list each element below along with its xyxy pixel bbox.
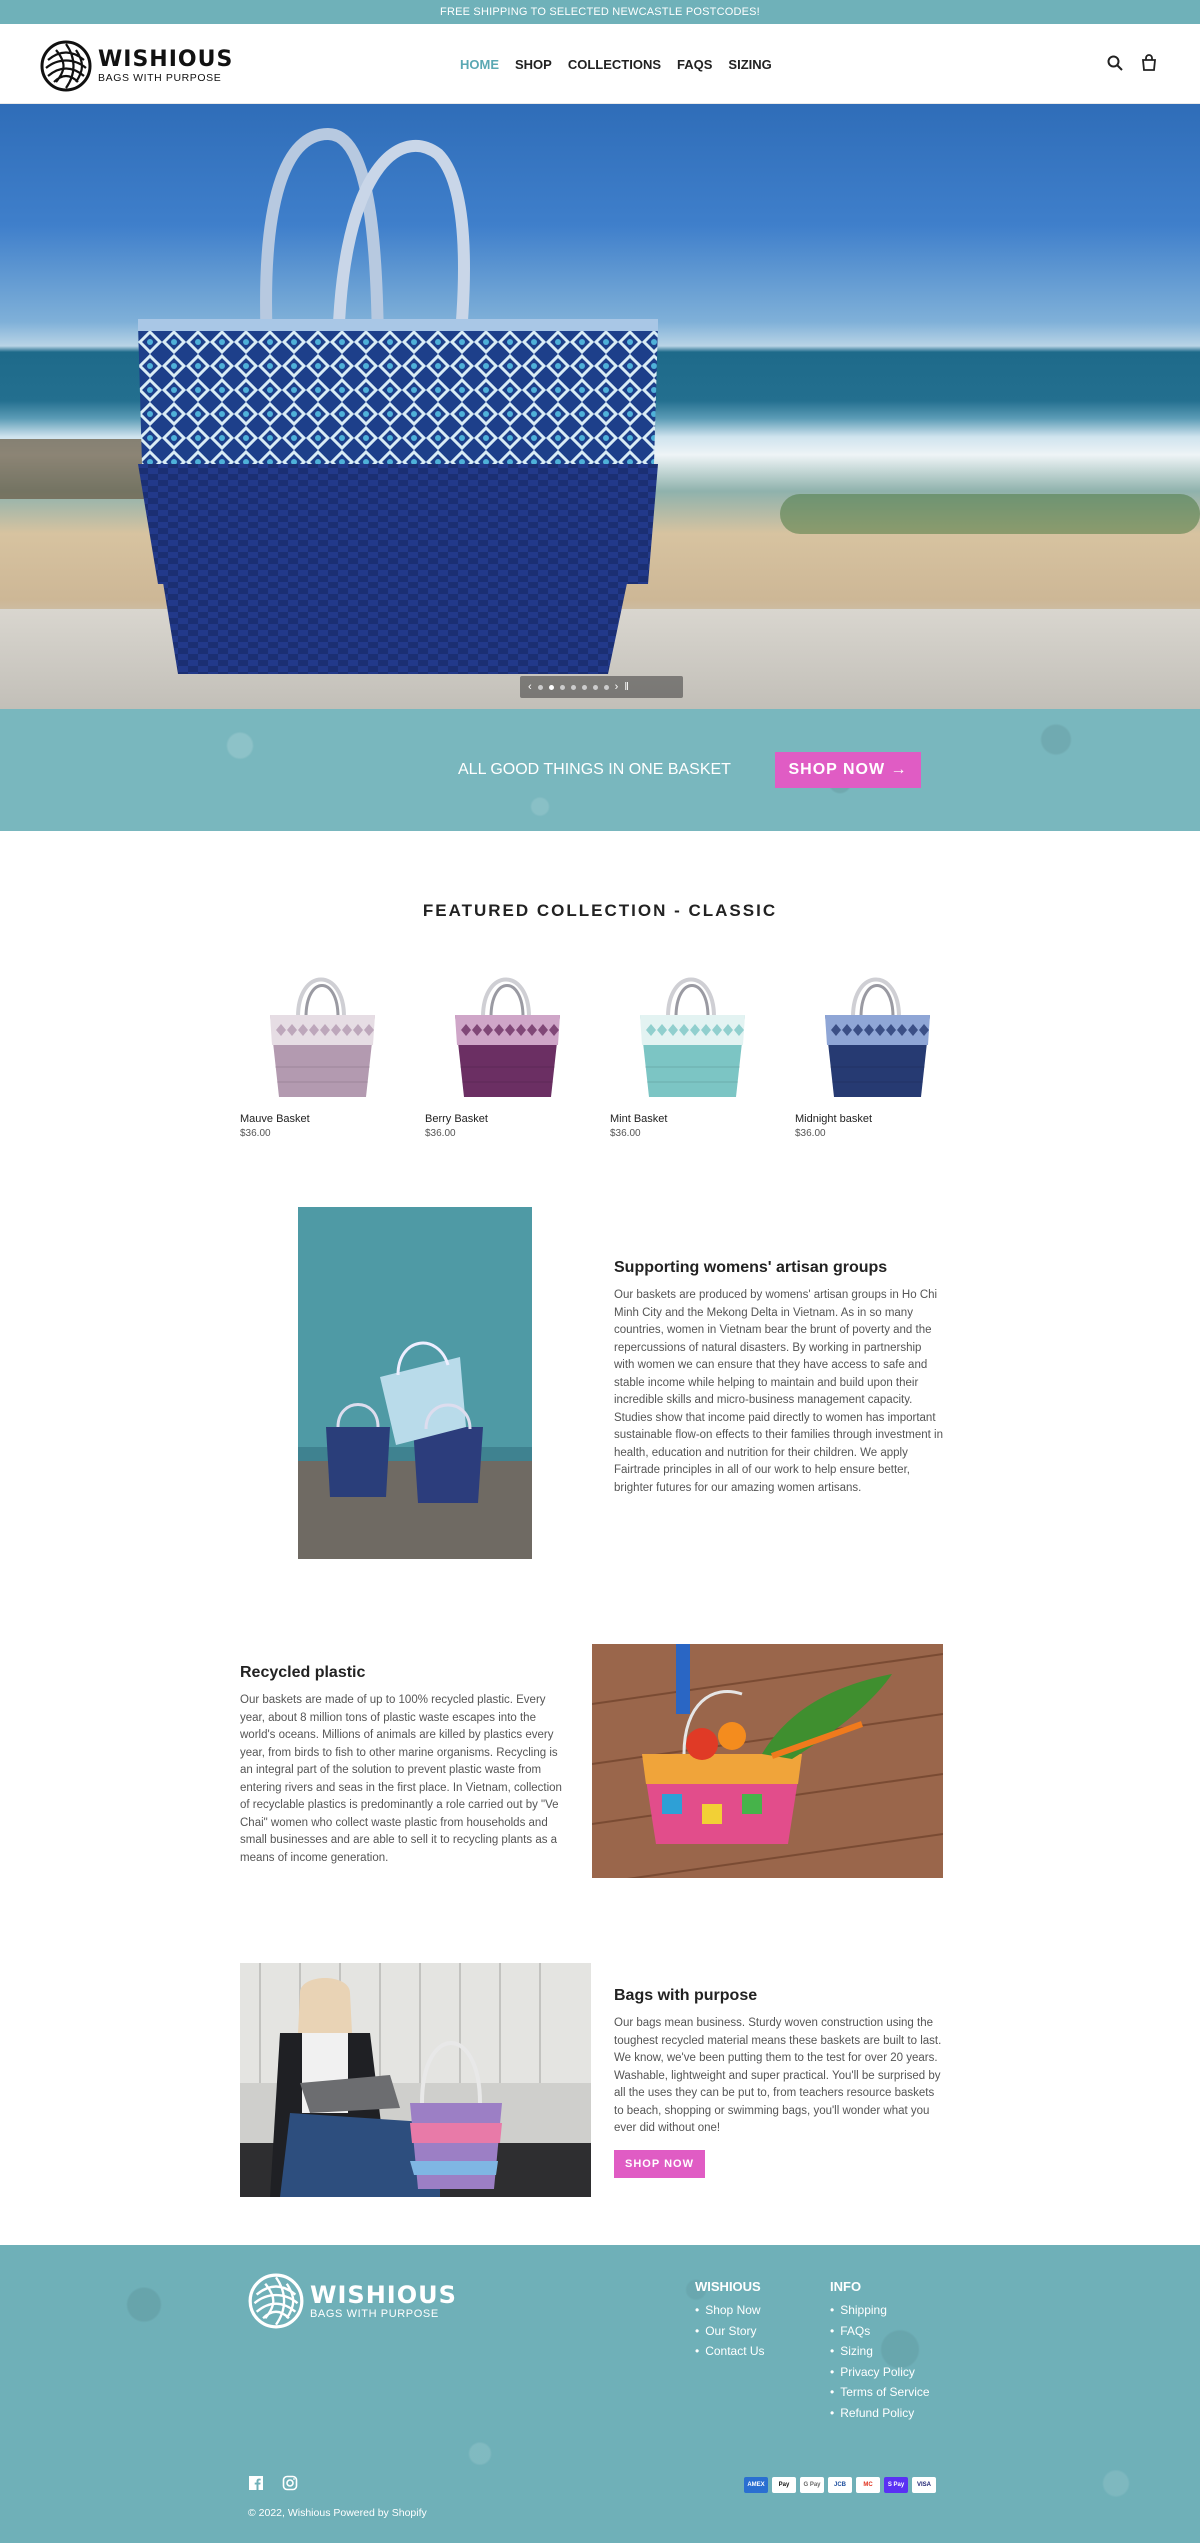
- footer-logo[interactable]: WISHIOUS BAGS WITH PURPOSE: [248, 2273, 457, 2329]
- slide-dot[interactable]: [570, 684, 576, 690]
- site-header: WISHIOUS BAGS WITH PURPOSE HOME SHOP COL…: [0, 24, 1200, 104]
- site-footer: WISHIOUS BAGS WITH PURPOSE WISHIOUS Shop…: [0, 2245, 1200, 2543]
- product-image: [455, 977, 560, 1097]
- copyright: © 2022, Wishious Powered by Shopify: [248, 2507, 427, 2519]
- slide-dot-active[interactable]: [548, 684, 554, 690]
- section-title: Bags with purpose: [614, 1987, 758, 2004]
- footer-link[interactable]: Our Story: [695, 2321, 765, 2342]
- facebook-icon[interactable]: [248, 2475, 264, 2491]
- footer-logo-mark-icon: [248, 2273, 304, 2329]
- apple-pay-icon: Pay: [772, 2477, 796, 2493]
- next-slide-icon[interactable]: ›: [615, 676, 619, 698]
- slide-dot[interactable]: [537, 684, 543, 690]
- slide-dot[interactable]: [559, 684, 565, 690]
- amex-icon: AMEX: [744, 2477, 768, 2493]
- footer-link[interactable]: Refund Policy: [830, 2403, 930, 2424]
- product-name[interactable]: Midnight basket: [795, 1113, 960, 1125]
- promo-banner: ALL GOOD THINGS IN ONE BASKET SHOP NOW →: [0, 709, 1200, 831]
- jcb-icon: JCB: [828, 2477, 852, 2493]
- footer-link[interactable]: Shipping: [830, 2300, 930, 2321]
- woman-with-basket-image: [240, 1963, 591, 2197]
- nav-collections[interactable]: COLLECTIONS: [568, 57, 661, 72]
- section-title: Supporting womens' artisan groups: [614, 1259, 888, 1276]
- product-card[interactable]: Midnight basket $36.00: [795, 957, 960, 1139]
- produce-basket-image: [592, 1644, 943, 1878]
- hero-seaweed: [780, 494, 1200, 534]
- nav-shop[interactable]: SHOP: [515, 57, 552, 72]
- google-pay-icon: G Pay: [800, 2477, 824, 2493]
- product-price: $36.00: [425, 1128, 456, 1139]
- product-image: [270, 977, 375, 1097]
- shop-pay-icon: S Pay: [884, 2477, 908, 2493]
- shop-now-button[interactable]: SHOP NOW: [614, 2149, 705, 2178]
- footer-col-title: INFO: [830, 2279, 862, 2294]
- footer-brand-name: WISHIOUS: [310, 2281, 457, 2309]
- bag-icon[interactable]: [1140, 54, 1158, 72]
- footer-link[interactable]: Shop Now: [695, 2300, 765, 2321]
- footer-link[interactable]: Sizing: [830, 2341, 930, 2362]
- section-body: Our bags mean business. Sturdy woven con…: [614, 2017, 942, 2134]
- product-price: $36.00: [240, 1128, 271, 1139]
- logo[interactable]: WISHIOUS BAGS WITH PURPOSE: [40, 40, 233, 92]
- nav-home[interactable]: HOME: [460, 57, 499, 72]
- slider-controls: ‹ › ‖: [520, 676, 683, 698]
- footer-link[interactable]: Contact Us: [695, 2341, 764, 2362]
- payment-icons: AMEX Pay G Pay JCB MC S Pay VISA: [744, 2477, 936, 2493]
- featured-title: FEATURED COLLECTION - CLASSIC: [422, 901, 778, 920]
- footer-link[interactable]: Privacy Policy: [830, 2362, 930, 2383]
- product-image: [825, 977, 930, 1097]
- artisan-section: Supporting womens' artisan groups Our ba…: [240, 1207, 960, 1559]
- slide-dot[interactable]: [581, 684, 587, 690]
- hero-basket-image: [138, 127, 658, 674]
- main-nav: HOME SHOP COLLECTIONS FAQS SIZING: [460, 24, 772, 104]
- product-card[interactable]: Mint Basket $36.00: [610, 957, 775, 1139]
- footer-link[interactable]: FAQs: [830, 2321, 930, 2342]
- footer-link[interactable]: Terms of Service: [830, 2382, 929, 2403]
- product-image: [640, 977, 745, 1097]
- footer-brand-tagline: BAGS WITH PURPOSE: [310, 2308, 439, 2320]
- search-icon[interactable]: [1106, 54, 1124, 72]
- product-name[interactable]: Berry Basket: [425, 1113, 590, 1125]
- instagram-icon[interactable]: [282, 2475, 298, 2491]
- prev-slide-icon[interactable]: ‹: [528, 676, 532, 698]
- social-links: [248, 2475, 298, 2491]
- banner-shop-now-button[interactable]: SHOP NOW →: [775, 752, 921, 788]
- nav-faqs[interactable]: FAQS: [677, 57, 712, 72]
- product-name[interactable]: Mint Basket: [610, 1113, 775, 1125]
- announcement-text: FREE SHIPPING TO SELECTED NEWCASTLE POST…: [440, 6, 760, 18]
- product-price: $36.00: [610, 1128, 641, 1139]
- recycled-section: Recycled plastic Our baskets are made of…: [240, 1644, 960, 1878]
- section-body: Our baskets are made of up to 100% recyc…: [240, 1694, 562, 1864]
- purpose-section: Bags with purpose Our bags mean business…: [240, 1963, 960, 2197]
- product-price: $36.00: [795, 1128, 826, 1139]
- announcement-bar: FREE SHIPPING TO SELECTED NEWCASTLE POST…: [0, 0, 1200, 24]
- footer-col-wishious: WISHIOUS Shop Now Our Story Contact Us: [695, 2279, 765, 2362]
- hero-slideshow: ‹ › ‖: [0, 104, 1200, 709]
- logo-mark-icon: [40, 40, 92, 92]
- pause-icon[interactable]: ‖: [624, 676, 629, 698]
- visa-icon: VISA: [912, 2477, 936, 2493]
- footer-col-title: WISHIOUS: [695, 2279, 761, 2294]
- product-card[interactable]: Berry Basket $36.00: [425, 957, 590, 1139]
- product-card[interactable]: Mauve Basket $36.00: [240, 957, 405, 1139]
- product-name[interactable]: Mauve Basket: [240, 1113, 405, 1125]
- product-grid: Mauve Basket $36.00 Berry Basket $36.00 …: [240, 957, 960, 1139]
- section-title: Recycled plastic: [240, 1664, 366, 1681]
- mastercard-icon: MC: [856, 2477, 880, 2493]
- footer-col-info: INFO Shipping FAQs Sizing Privacy Policy…: [830, 2279, 930, 2423]
- brand-tagline: BAGS WITH PURPOSE: [98, 72, 222, 84]
- artisan-baskets-image: [298, 1207, 532, 1559]
- banner-text: ALL GOOD THINGS IN ONE BASKET: [458, 761, 731, 778]
- section-body: Our baskets are produced by womens' arti…: [614, 1289, 943, 1494]
- slide-dot[interactable]: [592, 684, 598, 690]
- nav-sizing[interactable]: SIZING: [728, 57, 771, 72]
- slide-dot[interactable]: [603, 684, 609, 690]
- brand-name: WISHIOUS: [98, 47, 234, 72]
